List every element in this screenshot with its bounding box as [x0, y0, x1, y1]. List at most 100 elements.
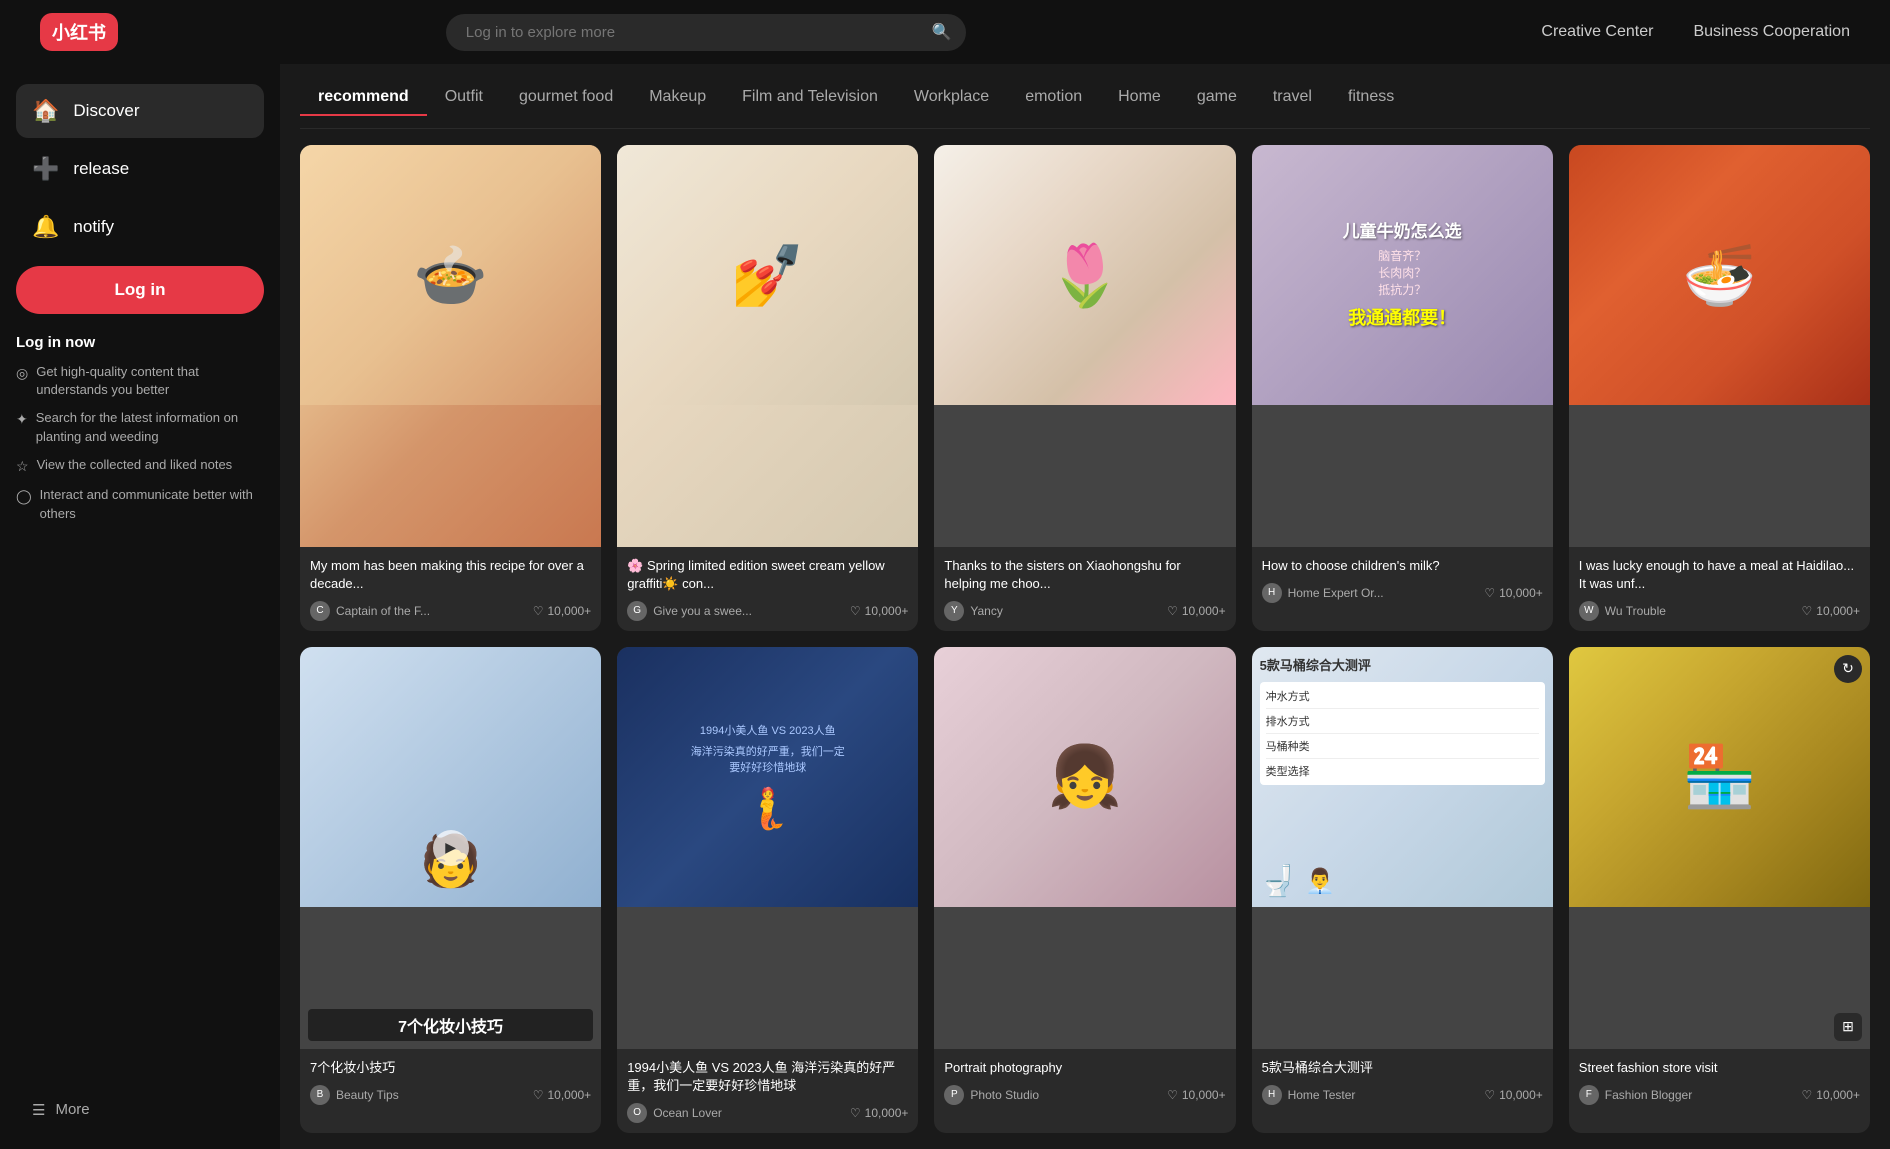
card-girl[interactable]: 👧 Portrait photography P Photo Studio ♡ …: [934, 647, 1235, 1133]
card-title-flower: Thanks to the sisters on Xiaohongshu for…: [944, 557, 1225, 593]
search-icon: 🔍: [932, 22, 952, 42]
tab-emotion[interactable]: emotion: [1007, 80, 1100, 116]
tab-makeup[interactable]: Makeup: [631, 80, 724, 116]
card-author-guy: B Beauty Tips: [310, 1085, 399, 1105]
heart-icon-child: ♡: [1484, 586, 1495, 600]
sidebar-item-notify[interactable]: 🔔 notify: [16, 200, 264, 254]
avatar-shop: F: [1579, 1085, 1599, 1105]
card-hotpot[interactable]: 🍜 I was lucky enough to have a meal at H…: [1569, 145, 1870, 631]
plus-icon: ➕: [32, 156, 59, 182]
card-shop[interactable]: 🏪 ⊞ ↻ Street fashion store visit F Fashi: [1569, 647, 1870, 1133]
benefit-text-2: Search for the latest information on pla…: [36, 409, 264, 445]
tab-film[interactable]: Film and Television: [724, 80, 896, 116]
card-toilet[interactable]: 5款马桶综合大测评 冲水方式 排水方式 马桶种类 类型选择 🚽 👨‍💼: [1252, 647, 1553, 1133]
card-child[interactable]: 儿童牛奶怎么选 脑音齐？ 长肉肉？ 抵抗力？ 我通通都要！ How to cho…: [1252, 145, 1553, 631]
author-name-nail: Give you a swee...: [653, 604, 752, 618]
tab-outfit[interactable]: Outfit: [427, 80, 501, 116]
search-input[interactable]: [446, 14, 966, 51]
sidebar-item-release[interactable]: ➕ release: [16, 142, 264, 196]
card-likes-hotpot: ♡ 10,000+: [1802, 604, 1860, 618]
card-body-hotpot: I was lucky enough to have a meal at Hai…: [1569, 547, 1870, 631]
creative-center-link[interactable]: Creative Center: [1541, 23, 1653, 41]
card-nail[interactable]: 💅 🌸 Spring limited edition sweet cream y…: [617, 145, 918, 631]
card-footer-food1: C Captain of the F... ♡ 10,000+: [310, 601, 591, 621]
benefit-icon-4: ◯: [16, 487, 32, 507]
tab-home[interactable]: Home: [1100, 80, 1179, 116]
card-likes-flower: ♡ 10,000+: [1167, 604, 1225, 618]
tab-workplace[interactable]: Workplace: [896, 80, 1007, 116]
avatar-mermaid: O: [627, 1103, 647, 1123]
card-image-food1: 🍲: [300, 145, 601, 547]
avatar-flower: Y: [944, 601, 964, 621]
business-cooperation-link[interactable]: Business Cooperation: [1693, 23, 1850, 41]
likes-count-toilet: 10,000+: [1499, 1088, 1543, 1102]
heart-icon-hotpot: ♡: [1802, 604, 1813, 618]
card-footer-child: H Home Expert Or... ♡ 10,000+: [1262, 583, 1543, 603]
avatar-food1: C: [310, 601, 330, 621]
avatar-guy: B: [310, 1085, 330, 1105]
more-item[interactable]: ☰ More: [16, 1091, 264, 1129]
tab-fitness[interactable]: fitness: [1330, 80, 1412, 116]
card-author-flower: Y Yancy: [944, 601, 1002, 621]
sidebar-item-discover[interactable]: 🏠 Discover: [16, 84, 264, 138]
likes-count-hotpot: 10,000+: [1816, 604, 1860, 618]
card-author-shop: F Fashion Blogger: [1579, 1085, 1692, 1105]
card-likes-mermaid: ♡ 10,000+: [850, 1106, 908, 1120]
author-name-hotpot: Wu Trouble: [1605, 604, 1666, 618]
sidebar-label-discover: Discover: [73, 101, 139, 121]
tab-travel[interactable]: travel: [1255, 80, 1330, 116]
home-icon: 🏠: [32, 98, 59, 124]
likes-count-food1: 10,000+: [547, 604, 591, 618]
likes-count-girl: 10,000+: [1182, 1088, 1226, 1102]
card-image-child: 儿童牛奶怎么选 脑音齐？ 长肉肉？ 抵抗力？ 我通通都要！: [1252, 145, 1553, 547]
layout: 🏠 Discover ➕ release 🔔 notify Log in Log…: [0, 64, 1890, 1149]
card-likes-girl: ♡ 10,000+: [1167, 1088, 1225, 1102]
benefit-text-3: View the collected and liked notes: [37, 456, 233, 474]
card-title-nail: 🌸 Spring limited edition sweet cream yel…: [627, 557, 908, 593]
card-footer-girl: P Photo Studio ♡ 10,000+: [944, 1085, 1225, 1105]
card-body-mermaid: 1994小美人鱼 VS 2023人鱼 海洋污染真的好严重，我们一定要好好珍惜地球…: [617, 1049, 918, 1133]
login-button[interactable]: Log in: [16, 266, 264, 314]
card-flower[interactable]: 🌷 Thanks to the sisters on Xiaohongshu f…: [934, 145, 1235, 631]
card-author-food1: C Captain of the F...: [310, 601, 430, 621]
more-label: More: [55, 1101, 89, 1118]
likes-count-flower: 10,000+: [1182, 604, 1226, 618]
card-mermaid[interactable]: 1994小美人鱼 VS 2023人鱼 海洋污染真的好严重，我们一定要好好珍惜地球…: [617, 647, 918, 1133]
avatar-hotpot: W: [1579, 601, 1599, 621]
card-guy[interactable]: 🧑 ▶ 7个化妆小技巧 7个化妆小技巧 B Beauty Tips ♡: [300, 647, 601, 1133]
benefit-text-4: Interact and communicate better with oth…: [40, 486, 264, 522]
likes-count-shop: 10,000+: [1816, 1088, 1860, 1102]
card-likes-child: ♡ 10,000+: [1484, 586, 1542, 600]
card-image-mermaid: 1994小美人鱼 VS 2023人鱼 海洋污染真的好严重，我们一定要好好珍惜地球…: [617, 647, 918, 1049]
benefit-item-3: ☆ View the collected and liked notes: [16, 456, 264, 477]
card-body-nail: 🌸 Spring limited edition sweet cream yel…: [617, 547, 918, 631]
nav-tabs: recommend Outfit gourmet food Makeup Fil…: [300, 64, 1870, 129]
author-name-shop: Fashion Blogger: [1605, 1088, 1692, 1102]
card-author-nail: G Give you a swee...: [627, 601, 752, 621]
sidebar-bottom: ☰ More: [16, 1075, 264, 1129]
bell-icon: 🔔: [32, 214, 59, 240]
card-title-guy: 7个化妆小技巧: [310, 1059, 591, 1077]
card-author-mermaid: O Ocean Lover: [627, 1103, 722, 1123]
heart-icon-guy: ♡: [533, 1088, 544, 1102]
card-title-child: How to choose children's milk?: [1262, 557, 1543, 575]
card-author-toilet: H Home Tester: [1262, 1085, 1356, 1105]
heart-icon-flower: ♡: [1167, 604, 1178, 618]
tab-game[interactable]: game: [1179, 80, 1255, 116]
avatar-child: H: [1262, 583, 1282, 603]
benefit-item-1: ◎ Get high-quality content that understa…: [16, 363, 264, 399]
card-food1[interactable]: 🍲 My mom has been making this recipe for…: [300, 145, 601, 631]
tab-gourmet[interactable]: gourmet food: [501, 80, 631, 116]
card-image-hotpot: 🍜: [1569, 145, 1870, 547]
author-name-toilet: Home Tester: [1288, 1088, 1356, 1102]
refresh-icon[interactable]: ↻: [1842, 660, 1854, 677]
card-image-girl: 👧: [934, 647, 1235, 1049]
card-title-shop: Street fashion store visit: [1579, 1059, 1860, 1077]
play-button-guy[interactable]: ▶: [433, 830, 469, 866]
image-expand-icon[interactable]: ⊞: [1842, 1018, 1854, 1035]
benefit-text-1: Get high-quality content that understand…: [36, 363, 264, 399]
login-section: Log in now ◎ Get high-quality content th…: [16, 334, 264, 533]
card-body-girl: Portrait photography P Photo Studio ♡ 10…: [934, 1049, 1235, 1115]
card-footer-toilet: H Home Tester ♡ 10,000+: [1262, 1085, 1543, 1105]
tab-recommend[interactable]: recommend: [300, 80, 427, 116]
